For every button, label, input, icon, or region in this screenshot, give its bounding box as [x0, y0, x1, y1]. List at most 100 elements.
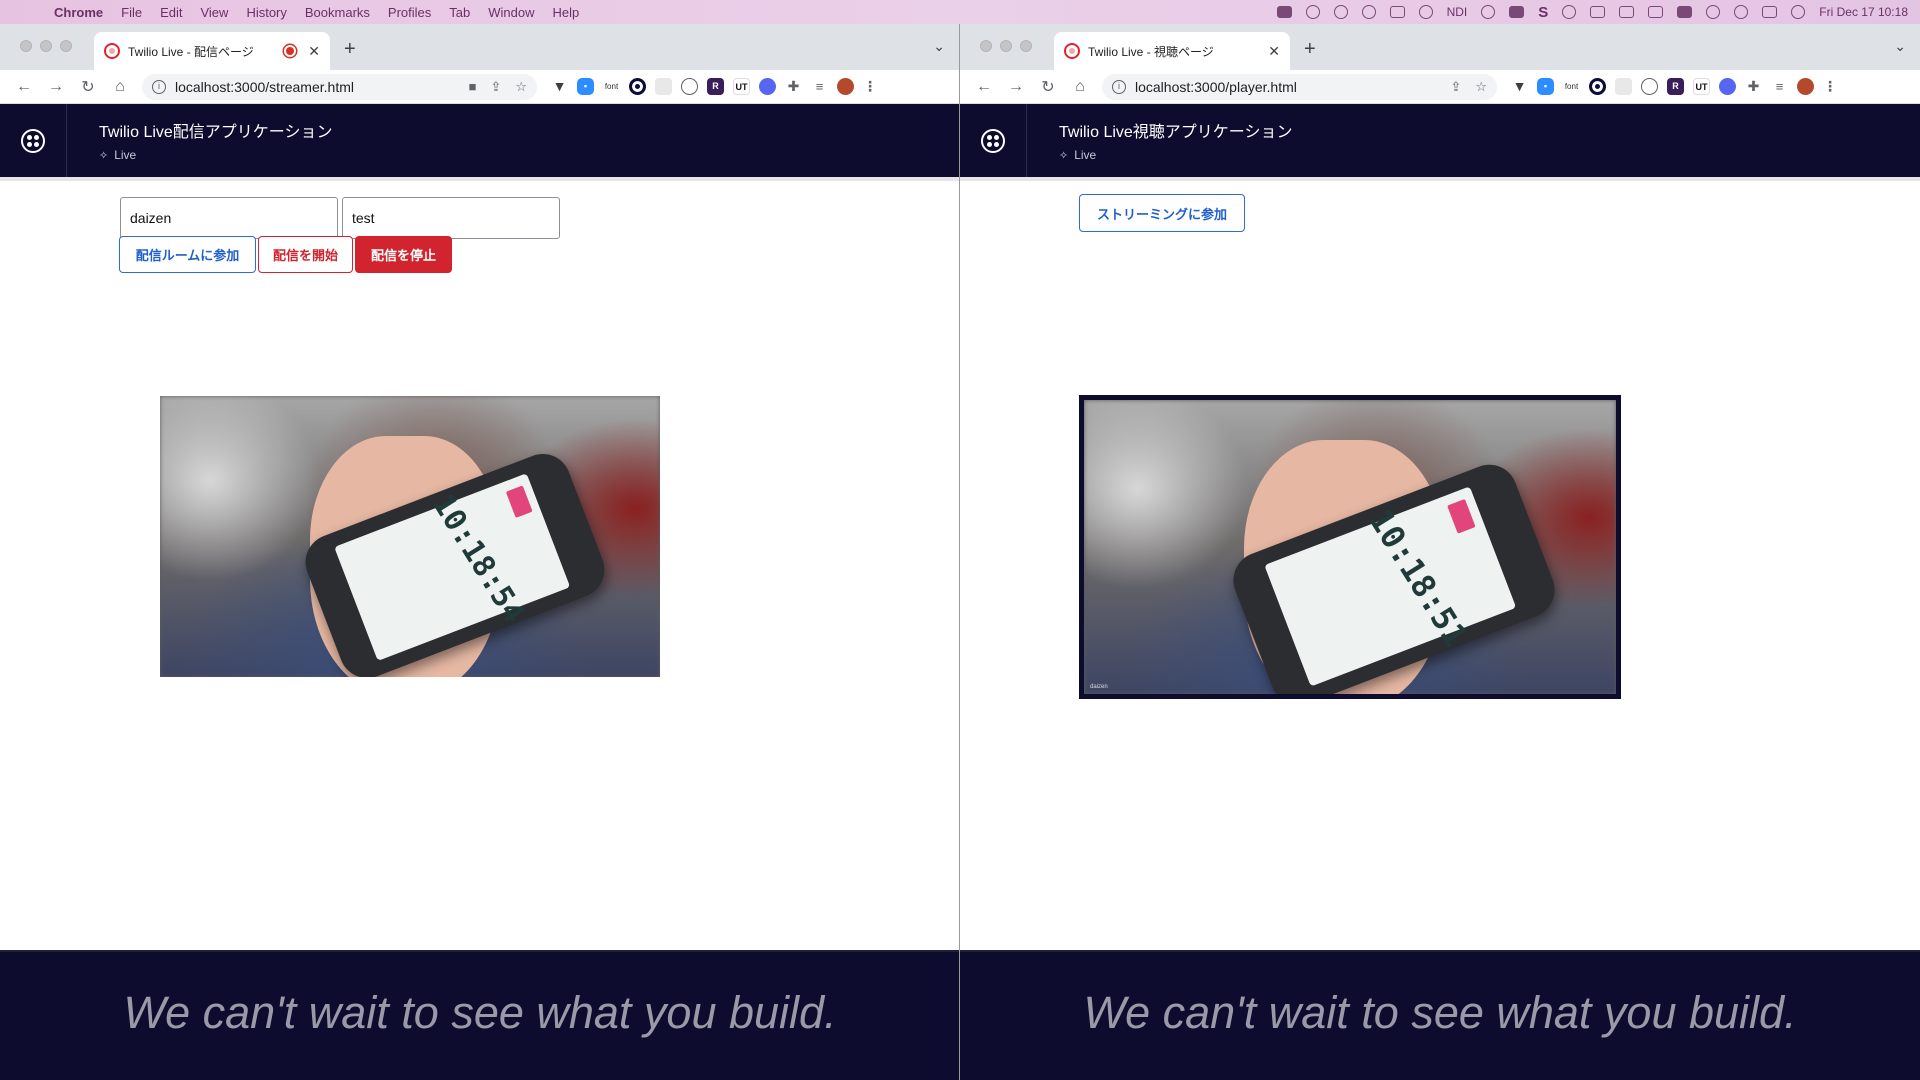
- share-icon[interactable]: ⇪: [1450, 79, 1461, 95]
- video-status-icon[interactable]: [1276, 6, 1292, 18]
- skitch-status-icon[interactable]: S: [1538, 4, 1548, 21]
- grid-extension-icon[interactable]: [1615, 78, 1632, 95]
- moon-status-icon[interactable]: [1481, 5, 1496, 19]
- creative-cloud-status-icon[interactable]: [1509, 6, 1525, 18]
- close-window-button[interactable]: [20, 40, 32, 52]
- zoom-extension-icon[interactable]: ▪: [1537, 78, 1554, 95]
- twilio-logo-area[interactable]: [960, 104, 1027, 177]
- room-name-input[interactable]: [342, 197, 560, 239]
- bluetooth-status-icon[interactable]: [1648, 6, 1664, 18]
- tab-player[interactable]: Twilio Live - 視聴ページ ✕: [1054, 32, 1290, 70]
- translate-extension-icon[interactable]: [681, 78, 698, 95]
- control-center-icon[interactable]: [1762, 6, 1778, 18]
- play-status-icon[interactable]: [1562, 5, 1577, 19]
- menubar-datetime[interactable]: Fri Dec 17 10:18: [1819, 5, 1908, 19]
- player-video[interactable]: 10:18:51 daizen: [1079, 395, 1621, 699]
- grammarly-status-icon[interactable]: [1418, 5, 1433, 19]
- menu-window[interactable]: Window: [488, 5, 534, 20]
- ut-extension-icon[interactable]: UT: [1693, 78, 1710, 95]
- close-window-button[interactable]: [980, 40, 992, 52]
- menu-tab[interactable]: Tab: [449, 5, 470, 20]
- share-icon[interactable]: ⇪: [490, 79, 501, 95]
- privacy-extension-icon[interactable]: [759, 78, 776, 95]
- new-tab-button[interactable]: +: [1304, 38, 1316, 61]
- ir-extension-icon[interactable]: R: [1667, 78, 1684, 95]
- menu-history[interactable]: History: [246, 5, 286, 20]
- zoom-window-button[interactable]: [60, 40, 72, 52]
- font-extension-icon[interactable]: font: [603, 78, 620, 95]
- twilio-favicon-icon: [1064, 43, 1080, 59]
- vuejs-extension-icon[interactable]: ▼: [551, 78, 568, 95]
- reload-button[interactable]: ↻: [74, 77, 102, 97]
- puzzle-extensions-icon[interactable]: ✚: [785, 78, 802, 95]
- new-tab-button[interactable]: +: [344, 38, 356, 61]
- ut-extension-icon[interactable]: UT: [733, 78, 750, 95]
- profile-avatar[interactable]: [1797, 78, 1814, 95]
- menu-view[interactable]: View: [200, 5, 228, 20]
- app-title: Twilio Live視聴アプリケーション: [1059, 124, 1293, 141]
- menu-profiles[interactable]: Profiles: [388, 5, 431, 20]
- start-stream-button[interactable]: 配信を開始: [258, 236, 353, 273]
- forward-button[interactable]: →: [42, 78, 70, 96]
- site-info-icon[interactable]: i: [152, 79, 166, 94]
- menu-edit[interactable]: Edit: [160, 5, 182, 20]
- ring-extension-icon[interactable]: [1589, 78, 1606, 95]
- calendar-status-icon[interactable]: [1389, 6, 1405, 18]
- translate-extension-icon[interactable]: [1641, 78, 1658, 95]
- cloud-status-icon[interactable]: [1333, 5, 1348, 19]
- tab-close-icon[interactable]: ✕: [1268, 43, 1280, 60]
- reading-list-icon[interactable]: ≡: [811, 78, 828, 95]
- tab-close-icon[interactable]: ✕: [308, 43, 320, 60]
- ring-extension-icon[interactable]: [629, 78, 646, 95]
- wifi-status-icon[interactable]: [1706, 5, 1721, 19]
- tab-streamer[interactable]: Twilio Live - 配信ページ ✕: [94, 32, 330, 70]
- back-button[interactable]: ←: [970, 78, 998, 96]
- battery-status-icon[interactable]: [1677, 6, 1693, 18]
- home-button[interactable]: ⌂: [1066, 78, 1094, 96]
- globe-status-icon[interactable]: [1305, 5, 1320, 19]
- menu-help[interactable]: Help: [553, 5, 580, 20]
- minimize-window-button[interactable]: [40, 40, 52, 52]
- menu-bookmarks[interactable]: Bookmarks: [305, 5, 370, 20]
- forward-button[interactable]: →: [1002, 78, 1030, 96]
- siri-status-icon[interactable]: [1791, 5, 1806, 19]
- camera-in-use-icon[interactable]: ■: [469, 79, 477, 94]
- address-bar[interactable]: i localhost:3000/player.html ⇪ ☆: [1102, 73, 1497, 100]
- home-button[interactable]: ⌂: [106, 78, 134, 96]
- ndi-status-label[interactable]: NDI: [1447, 5, 1468, 19]
- privacy-extension-icon[interactable]: [1719, 78, 1736, 95]
- font-extension-icon[interactable]: font: [1563, 78, 1580, 95]
- puzzle-extensions-icon[interactable]: ✚: [1745, 78, 1762, 95]
- join-streaming-button[interactable]: ストリーミングに参加: [1079, 194, 1245, 232]
- bookmark-star-icon[interactable]: ☆: [1475, 79, 1487, 95]
- join-room-button[interactable]: 配信ルームに参加: [119, 236, 256, 273]
- address-url[interactable]: localhost:3000/streamer.html: [175, 79, 455, 95]
- chrome-menu-icon[interactable]: ⋮: [863, 78, 877, 95]
- ir-extension-icon[interactable]: R: [707, 78, 724, 95]
- volume-status-icon[interactable]: [1619, 6, 1635, 18]
- target-status-icon[interactable]: [1361, 5, 1376, 19]
- menu-file[interactable]: File: [121, 5, 142, 20]
- minimize-window-button[interactable]: [1000, 40, 1012, 52]
- stop-stream-button[interactable]: 配信を停止: [355, 236, 452, 273]
- profile-avatar[interactable]: [837, 78, 854, 95]
- tab-search-chevron-icon[interactable]: ⌄: [1894, 38, 1906, 55]
- reading-list-icon[interactable]: ≡: [1771, 78, 1788, 95]
- address-bar[interactable]: i localhost:3000/streamer.html ■ ⇪ ☆: [142, 73, 537, 100]
- chrome-menu-icon[interactable]: ⋮: [1823, 78, 1837, 95]
- tab-search-chevron-icon[interactable]: ⌄: [933, 38, 945, 55]
- site-info-icon[interactable]: i: [1112, 79, 1126, 94]
- twilio-logo-area[interactable]: [0, 104, 67, 177]
- zoom-window-button[interactable]: [1020, 40, 1032, 52]
- zoom-extension-icon[interactable]: ▪: [577, 78, 594, 95]
- flag-status-icon[interactable]: [1590, 6, 1606, 18]
- bookmark-star-icon[interactable]: ☆: [515, 79, 527, 95]
- identity-input[interactable]: [120, 197, 338, 239]
- vuejs-extension-icon[interactable]: ▼: [1511, 78, 1528, 95]
- menu-app-chrome[interactable]: Chrome: [54, 5, 103, 20]
- grid-extension-icon[interactable]: [655, 78, 672, 95]
- reload-button[interactable]: ↻: [1034, 77, 1062, 97]
- address-url[interactable]: localhost:3000/player.html: [1135, 79, 1436, 95]
- search-status-icon[interactable]: [1734, 5, 1749, 19]
- back-button[interactable]: ←: [10, 78, 38, 96]
